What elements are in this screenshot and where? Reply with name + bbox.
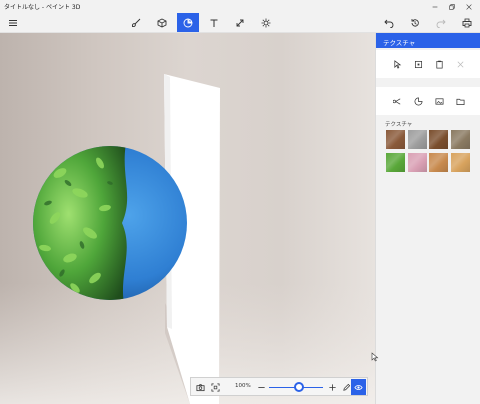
3d-view-button[interactable] [351, 379, 366, 395]
brightness-icon[interactable] [255, 13, 277, 32]
undo-icon[interactable] [378, 13, 400, 32]
texture-image-icon[interactable] [434, 96, 444, 106]
text-icon[interactable] [203, 13, 225, 32]
texture-swatch-stones[interactable] [450, 130, 470, 149]
canvas-icon[interactable] [229, 13, 251, 32]
main-toolbar [0, 13, 480, 33]
delete-icon[interactable] [455, 59, 465, 69]
side-panel: テクスチャ テクスチャ [375, 33, 480, 404]
folder-icon[interactable] [455, 96, 465, 106]
history-icon[interactable] [404, 13, 426, 32]
zoom-out-icon[interactable] [255, 381, 267, 393]
texture-swatch-cork[interactable] [450, 153, 470, 172]
close-icon[interactable] [461, 0, 477, 13]
fit-to-screen-icon[interactable] [209, 381, 221, 393]
restore-icon[interactable] [444, 0, 460, 13]
3d-shapes-icon[interactable] [151, 13, 173, 32]
select-icon[interactable] [392, 59, 402, 69]
camera-icon[interactable] [194, 381, 206, 393]
texture-swatch-pink-flowers[interactable] [407, 153, 427, 172]
title-bar: タイトルなし - ペイント 3D [0, 0, 480, 13]
stamp-icon[interactable] [413, 59, 423, 69]
canvas-area[interactable]: 100% [0, 33, 375, 404]
print-icon[interactable] [456, 13, 478, 32]
paste-icon[interactable] [434, 59, 444, 69]
texture-swatch-bark[interactable] [386, 130, 405, 149]
zoom-level: 100% [235, 383, 251, 389]
eye-icon [354, 384, 363, 390]
cut-paste-icon[interactable] [392, 96, 402, 106]
zoom-bar: 100% [190, 377, 368, 396]
stickers-icon[interactable] [177, 13, 199, 32]
top-tools-row [376, 50, 480, 78]
menu-icon[interactable] [2, 13, 24, 32]
texture-swatch-wood-light[interactable] [429, 153, 448, 172]
panel-title: テクスチャ [376, 33, 480, 48]
window-title: タイトルなし - ペイント 3D [4, 4, 81, 11]
texture-swatch-granite[interactable] [407, 130, 427, 149]
texture-swatch-wood-dark[interactable] [429, 130, 448, 149]
mouse-cursor-icon [371, 352, 379, 362]
category-tools-row [376, 87, 480, 115]
redo-icon[interactable] [430, 13, 452, 32]
minimize-icon[interactable] [427, 0, 443, 13]
texture-swatch-leaves[interactable] [386, 153, 405, 172]
brushes-icon[interactable] [125, 13, 147, 32]
zoom-in-icon[interactable] [326, 381, 338, 393]
scene-3d[interactable] [0, 33, 375, 404]
texture-section-label: テクスチャ [385, 122, 413, 128]
zoom-slider-thumb[interactable] [293, 382, 304, 392]
stickers-category-icon[interactable] [413, 96, 423, 106]
